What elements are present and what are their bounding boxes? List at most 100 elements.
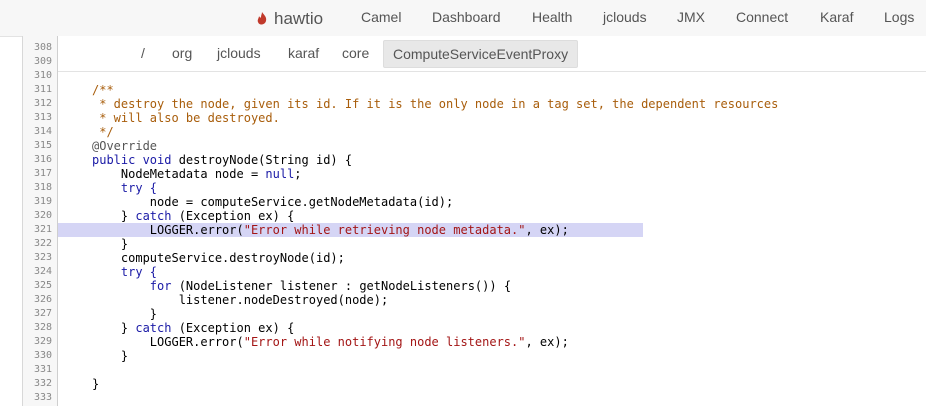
code-text: LOGGER.error( (92, 335, 244, 349)
code-text: } (92, 237, 129, 251)
code-line: * destroy the node, given its id. If it … (58, 97, 926, 111)
code-text: listener.nodeDestroyed(node); (92, 293, 389, 307)
brand-logo[interactable]: hawtio (256, 9, 323, 29)
code-line: } (58, 377, 926, 391)
nav-karaf[interactable]: Karaf (820, 9, 853, 25)
line-number: 321 (33, 224, 52, 235)
code-text: } (92, 321, 136, 335)
breadcrumb-current-file[interactable]: ComputeServiceEventProxy (383, 40, 579, 68)
nav-dashboard[interactable]: Dashboard (432, 9, 501, 25)
breadcrumb-org[interactable]: org (172, 45, 192, 61)
code-line: @Override (58, 139, 926, 153)
line-number: 323 (33, 252, 52, 263)
code-line: node = computeService.getNodeMetadata(id… (58, 195, 926, 209)
code-line: * will also be destroyed. (58, 111, 926, 125)
code-text: (Exception ex) { (171, 321, 295, 335)
nav-jmx[interactable]: JMX (677, 9, 705, 25)
code-text: } (92, 349, 129, 363)
source-viewer: 308 309 310 311 312 313 314 315 316 317 … (22, 36, 926, 406)
code-line: /** (58, 83, 926, 97)
code-text: (Exception ex) { (171, 209, 295, 223)
breadcrumb-root[interactable]: / (141, 45, 145, 61)
line-number: 328 (33, 322, 52, 333)
line-number: 331 (33, 364, 52, 375)
line-number: 317 (33, 168, 52, 179)
code-text: } (92, 377, 100, 391)
code-keyword: catch (135, 209, 172, 223)
line-number: 333 (33, 392, 52, 403)
nav-health[interactable]: Health (532, 9, 572, 25)
nav-connect[interactable]: Connect (736, 9, 788, 25)
code-text: LOGGER.error( (92, 223, 244, 237)
code-line: computeService.destroyNode(id); (58, 251, 926, 265)
code-area[interactable]: /** * destroy the node, given its id. If… (58, 36, 926, 406)
code-keyword: catch (135, 321, 172, 335)
code-line: } (58, 237, 926, 251)
line-number: 313 (33, 112, 52, 123)
code-keyword: for (92, 279, 172, 293)
line-number: 326 (33, 294, 52, 305)
code-line: try { (58, 265, 926, 279)
code-annotation: @Override (92, 139, 158, 153)
code-text: , ex); (525, 223, 569, 237)
line-number: 315 (33, 140, 52, 151)
line-number: 322 (33, 238, 52, 249)
breadcrumb-karaf[interactable]: karaf (288, 45, 319, 61)
code-text: , ex); (525, 335, 569, 349)
line-number: 308 (33, 42, 52, 53)
line-number: 318 (33, 182, 52, 193)
line-number: 325 (33, 280, 52, 291)
line-number: 316 (33, 154, 52, 165)
breadcrumb-core[interactable]: core (342, 45, 369, 61)
code-text: node = computeService.getNodeMetadata(id… (92, 195, 454, 209)
line-number: 310 (33, 70, 52, 81)
code-line: } catch (Exception ex) { (58, 321, 926, 335)
line-number: 314 (33, 126, 52, 137)
code-text: ; (294, 167, 302, 181)
breadcrumb-jclouds[interactable]: jclouds (217, 45, 261, 61)
code-line: NodeMetadata node = null; (58, 167, 926, 181)
code-comment: /** (92, 83, 114, 97)
line-number: 332 (33, 378, 52, 389)
code-line: try { (58, 181, 926, 195)
line-number: 329 (33, 336, 52, 347)
code-string: "Error while notifying node listeners." (243, 335, 526, 349)
code-line: for (NodeListener listener : getNodeList… (58, 279, 926, 293)
code-line: LOGGER.error("Error while retrieving nod… (58, 223, 926, 237)
breadcrumb: / org jclouds karaf core ComputeServiceE… (58, 36, 926, 72)
line-number: 327 (33, 308, 52, 319)
nav-jclouds[interactable]: jclouds (603, 9, 647, 25)
code-line: } catch (Exception ex) { (58, 209, 926, 223)
code-comment: * will also be destroyed. (92, 111, 280, 125)
code-comment: */ (92, 125, 114, 139)
line-number: 319 (33, 196, 52, 207)
code-comment: * destroy the node, given its id. If it … (92, 97, 779, 111)
code-keyword: try { (92, 181, 158, 195)
code-keyword: try { (92, 265, 158, 279)
code-line: public void destroyNode(String id) { (58, 153, 926, 167)
nav-camel[interactable]: Camel (361, 9, 401, 25)
nav-logs[interactable]: Logs (884, 9, 914, 25)
code-text: (NodeListener listener : getNodeListener… (171, 279, 512, 293)
code-line: } (58, 307, 926, 321)
code-line: */ (58, 125, 926, 139)
line-number: 324 (33, 266, 52, 277)
code-line: listener.nodeDestroyed(node); (58, 293, 926, 307)
line-number: 312 (33, 98, 52, 109)
code-text: computeService.destroyNode(id); (92, 251, 345, 265)
code-line: } (58, 349, 926, 363)
code-text: NodeMetadata node = (92, 167, 266, 181)
code-line: LOGGER.error("Error while notifying node… (58, 335, 926, 349)
line-number: 309 (33, 56, 52, 67)
line-number: 320 (33, 210, 52, 221)
code-keyword: null (265, 167, 295, 181)
code-text: } (92, 307, 158, 321)
line-number: 330 (33, 350, 52, 361)
top-navbar: hawtio Camel Dashboard Health jclouds JM… (0, 0, 926, 37)
line-number-gutter: 308 309 310 311 312 313 314 315 316 317 … (23, 36, 58, 406)
hawtio-flame-icon (257, 12, 267, 25)
code-keyword: public void (92, 153, 172, 167)
code-text: destroyNode(String id) { (171, 153, 353, 167)
code-text: } (92, 209, 136, 223)
brand-name: hawtio (274, 9, 324, 28)
